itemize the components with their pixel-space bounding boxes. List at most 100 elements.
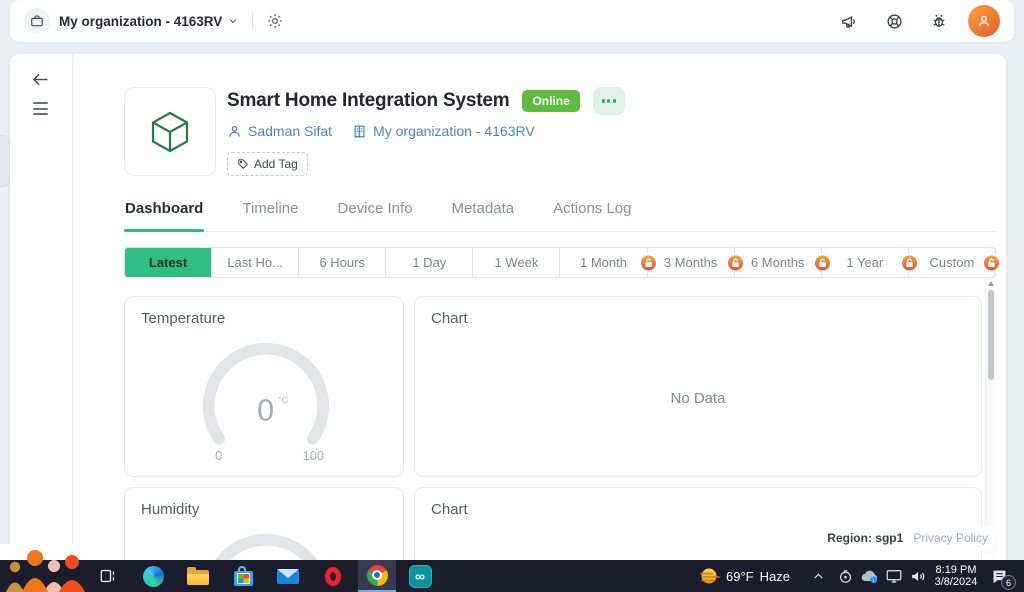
range-label: 1 Month [580,255,627,270]
file-explorer-icon[interactable] [186,560,210,592]
person-icon [978,15,990,27]
range-1-month[interactable]: 1 Month [560,248,658,277]
widget-title: Temperature [141,310,226,327]
org-selector[interactable]: My organization - 4163RV [24,8,239,34]
region-label: Region: sgp1 [827,531,904,545]
clock-time: 8:19 PM [935,563,977,576]
hidden-icons-chevron[interactable] [808,560,828,592]
gauge-unit: °C [278,395,289,405]
app-window: Smart Home Integration System Online Sad… [10,54,1006,560]
notification-center-icon[interactable]: 6 [986,560,1016,592]
range-6-months[interactable]: 6 Months [735,248,832,277]
arduino-icon[interactable]: ∞ [406,560,434,592]
infinity-glyph: ∞ [408,564,432,588]
tab-timeline[interactable]: Timeline [241,194,299,231]
widget-title: Chart [431,310,468,327]
more-options-button[interactable] [592,87,625,115]
gauge-value: 0 [257,394,274,428]
tag-icon [238,159,248,169]
organization-link[interactable]: My organization - 4163RV [352,123,535,139]
gauge-min: 0 [215,448,222,463]
drawer-handle[interactable] [0,135,10,187]
range-1-week[interactable]: 1 Week [473,248,561,277]
chart-widget-card: Chart No Data [414,296,982,477]
app-footer: Region: sgp1 Privacy Policy [815,526,994,550]
left-sidebar [10,54,73,560]
range-1-year[interactable]: 1 Year [822,248,919,277]
vertical-scrollbar[interactable] [985,278,996,554]
owner-link[interactable]: Sadman Sifat [227,123,332,139]
scrollbar-up-arrow[interactable] [988,281,994,286]
device-image-card [124,87,216,176]
humidity-gauge [214,533,318,560]
taskbar-clock[interactable]: 8:19 PM 3/8/2024 [930,560,982,592]
no-data-message: No Data [670,390,726,408]
add-tag-button[interactable]: Add Tag [227,152,308,176]
range-1-day[interactable]: 1 Day [386,248,474,277]
briefcase-icon [24,8,50,34]
temperature-gauge: 0 °C 0 100 [202,342,330,463]
range-last-hour[interactable]: Last Ho... [212,248,300,277]
tab-metadata[interactable]: Metadata [451,194,516,231]
device-title-row: Smart Home Integration System Online [227,85,625,117]
organization-name: My organization - 4163RV [373,123,535,139]
bug-icon[interactable] [930,12,948,30]
tab-dashboard[interactable]: Dashboard [124,194,205,232]
device-meta-row: Sadman Sifat My organization - 4163RV [227,123,535,139]
opera-icon[interactable] [321,560,345,592]
lock-icon [812,253,832,272]
people-silhouettes-graphic [6,550,85,592]
page-title: Smart Home Integration System [227,90,510,111]
speaker-icon[interactable] [905,560,931,592]
range-label: 1 Year [846,255,884,270]
onedrive-cloud-icon[interactable]: i [858,560,882,592]
desktop-screen: My organization - 4163RV Smart Home Inte… [0,0,1024,592]
add-tag-label: Add Tag [254,157,298,171]
weather-status[interactable]: 69°F Haze [726,560,804,592]
tab-actions-log[interactable]: Actions Log [552,194,632,231]
range-3-months[interactable]: 3 Months [648,248,745,277]
lock-icon [981,253,1001,272]
weather-condition: Haze [759,568,790,584]
gauge-max: 100 [303,448,324,463]
notification-count-badge: 6 [1001,575,1016,590]
tab-bar: Dashboard Timeline Device Info Metadata … [124,194,996,232]
privacy-policy-link[interactable]: Privacy Policy [913,531,988,545]
task-view-icon[interactable] [96,560,120,592]
svg-text:i: i [873,578,874,584]
person-icon [229,125,240,137]
range-label: 3 Months [663,255,718,270]
weather-temp: 69°F [726,568,754,584]
owner-name: Sadman Sifat [248,123,333,139]
time-range-selector: Latest Last Ho... 6 Hours 1 Day 1 Week 1… [124,247,1001,278]
tray-app-icon[interactable] [834,560,856,592]
gear-icon[interactable] [266,12,284,30]
edge-icon[interactable] [141,560,165,592]
mail-icon[interactable] [276,560,300,592]
microsoft-store-icon[interactable] [231,560,255,592]
top-app-bar: My organization - 4163RV [10,0,1014,42]
widget-title: Chart [431,501,468,518]
range-label: 6 Months [750,255,805,270]
user-avatar[interactable] [968,5,1000,37]
tab-device-info[interactable]: Device Info [337,194,414,231]
lock-icon [725,253,745,272]
temperature-widget-card: Temperature 0 °C 0 100 [124,296,404,477]
chrome-icon-active[interactable] [358,560,396,592]
lock-icon [638,253,658,272]
range-label: Custom [929,255,975,270]
range-6-hours[interactable]: 6 Hours [299,248,387,277]
weather-icon[interactable] [697,560,723,592]
hamburger-menu-icon[interactable] [33,102,48,119]
network-display-icon[interactable] [882,560,906,592]
widget-title: Humidity [141,501,200,518]
lifebuoy-icon[interactable] [885,12,904,31]
scrollbar-thumb[interactable] [988,290,994,380]
building-icon [354,124,365,138]
megaphone-icon[interactable] [840,12,859,31]
windows-taskbar: ∞ 69°F Haze i 8:19 PM 3/8/2024 6 [0,560,1024,592]
chevron-down-icon [229,19,237,24]
range-latest[interactable]: Latest [125,248,213,277]
range-custom[interactable]: Custom [909,248,1001,277]
back-arrow-icon[interactable] [30,69,51,90]
